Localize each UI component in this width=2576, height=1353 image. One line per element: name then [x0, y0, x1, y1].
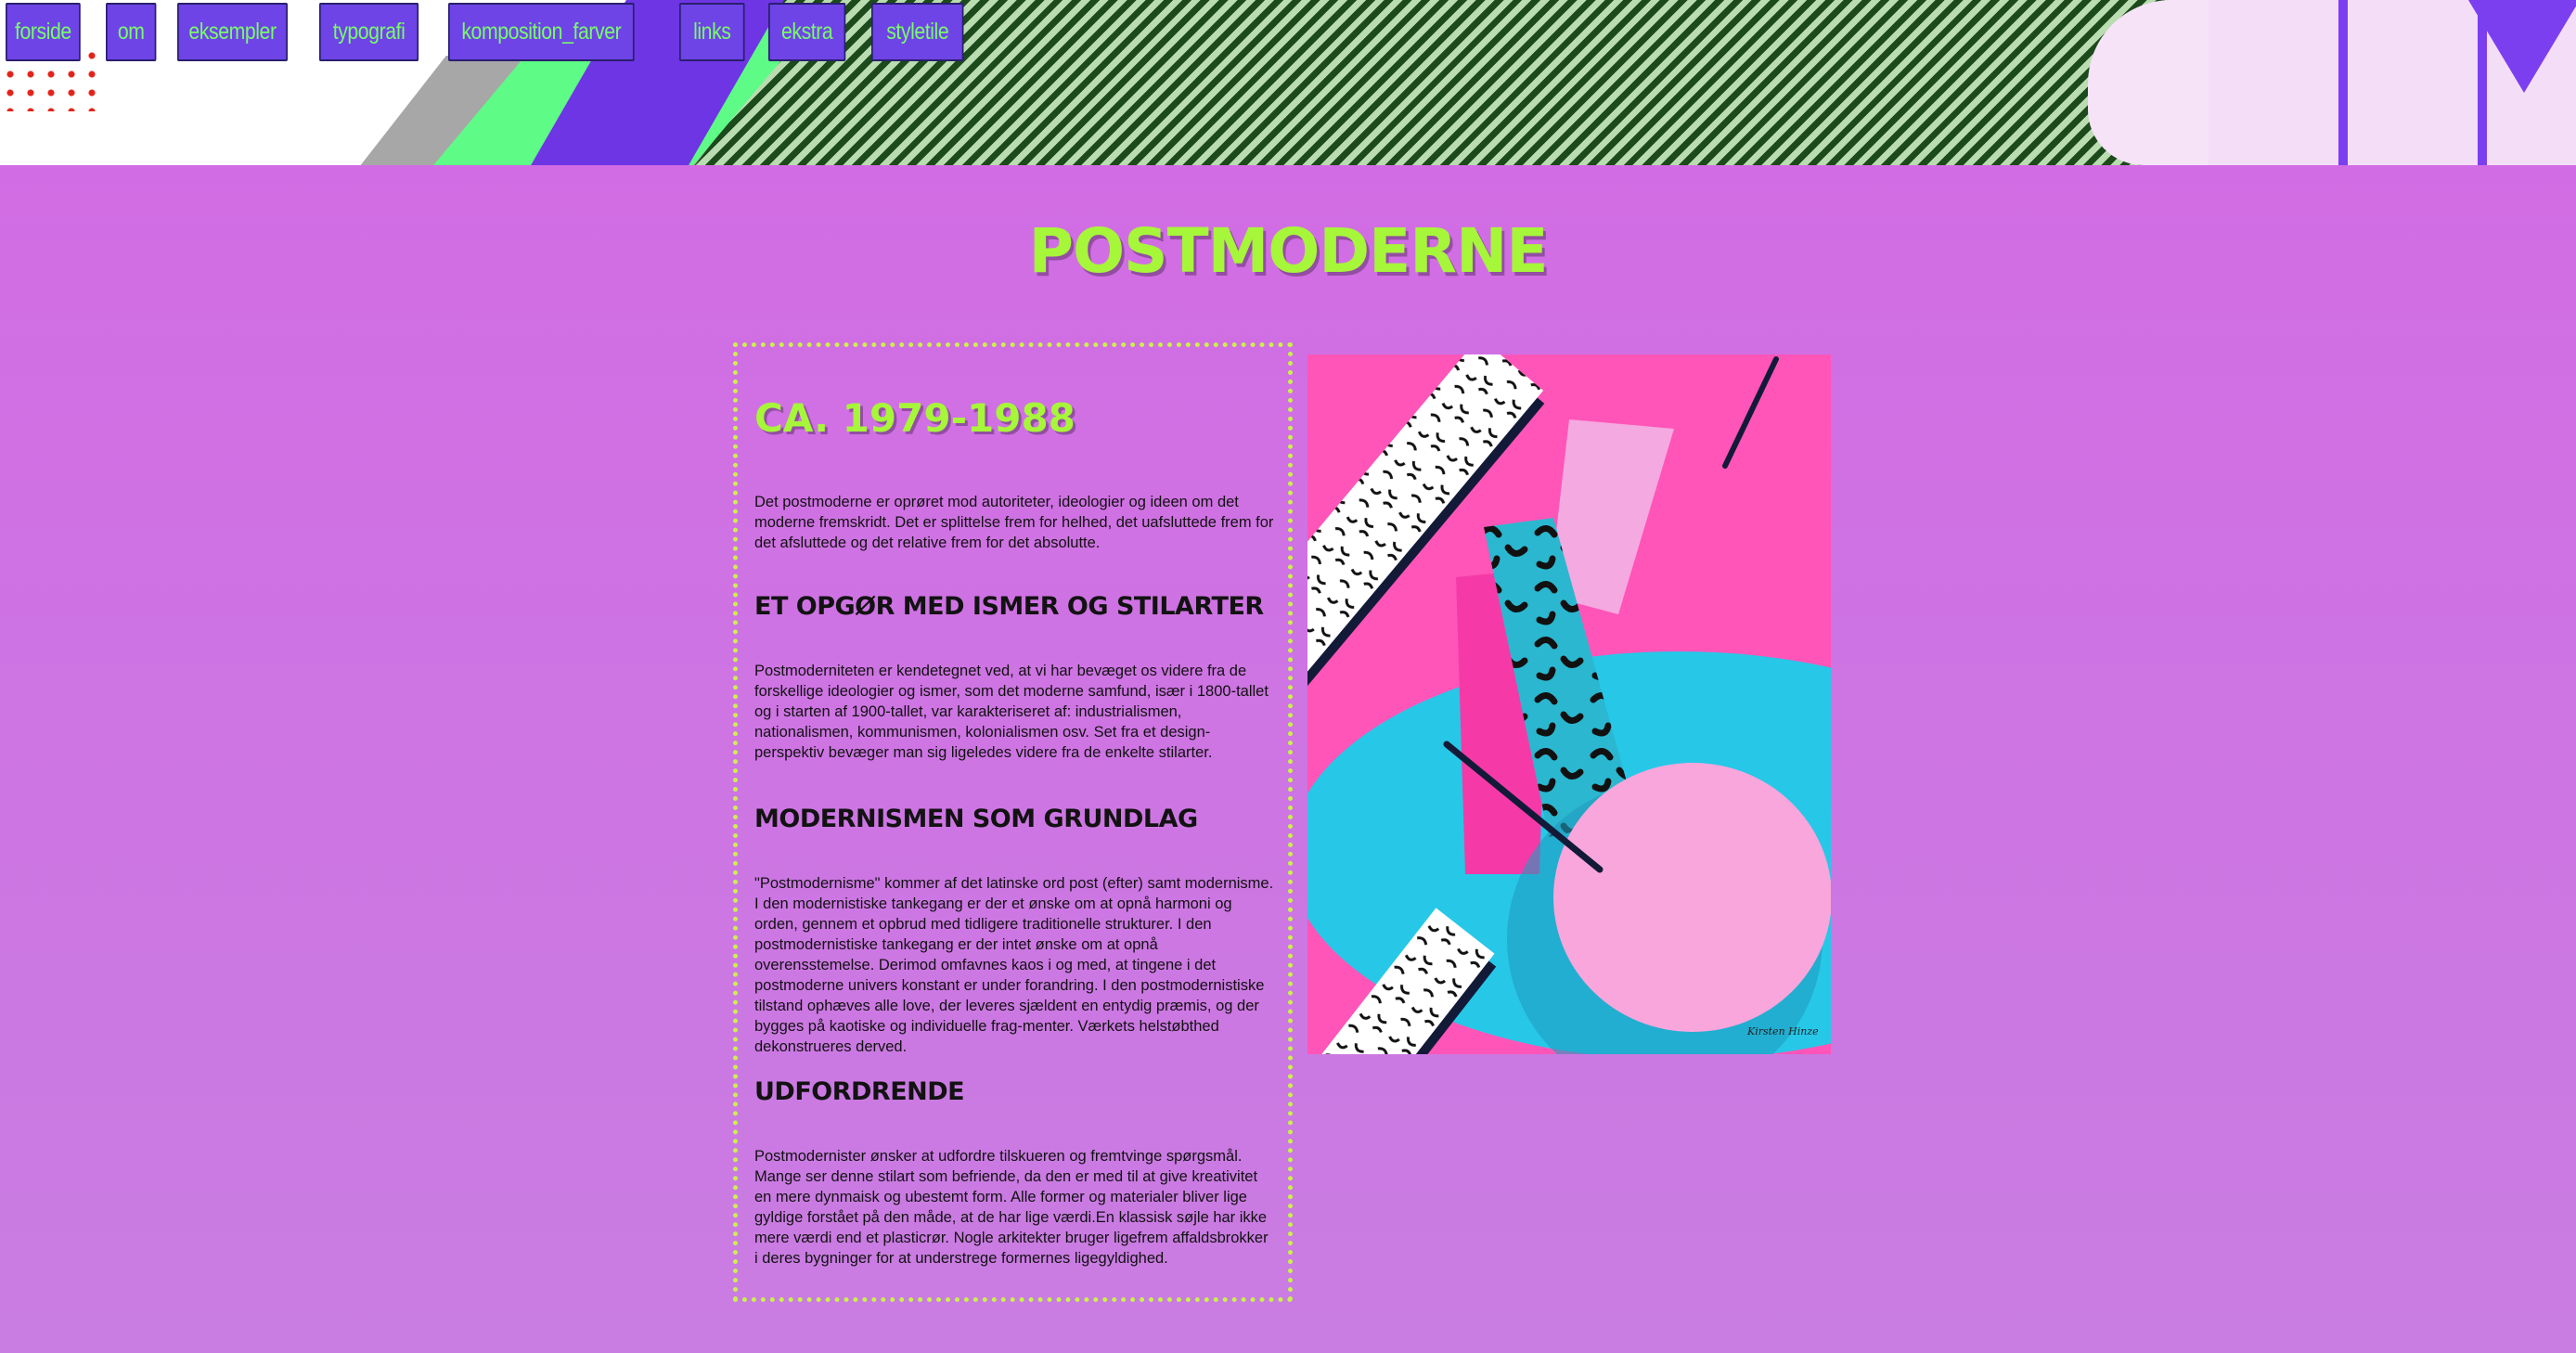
- nav-styletile[interactable]: styletile: [871, 3, 964, 61]
- nav-links[interactable]: links: [679, 3, 745, 61]
- memphis-artwork-svg: Kirsten Hinze: [1307, 354, 1831, 1054]
- page-title: POSTMODERNE: [1028, 215, 1549, 287]
- nav-eksempler[interactable]: eksempler: [177, 3, 288, 61]
- section-heading-2: MODERNISMEN SOM GRUNDLAG: [754, 805, 1198, 833]
- main-nav: forside om eksempler typografi kompositi…: [6, 3, 980, 61]
- section-text-2: "Postmodernisme" kommer af det latinske …: [754, 875, 1274, 1055]
- section-heading-3: UDFORDRENDE: [754, 1077, 965, 1106]
- art-signature: Kirsten Hinze: [1746, 1025, 1819, 1037]
- memphis-artwork: Kirsten Hinze: [1307, 354, 1831, 1054]
- intro-paragraph: Det postmoderne er oprøret mod autoritet…: [754, 494, 1274, 551]
- section-text-1: Postmoderniteten er kendetegnet ved, at …: [754, 663, 1269, 761]
- nav-typografi[interactable]: typografi: [319, 3, 419, 61]
- era-heading: CA. 1979-1988: [754, 395, 1075, 441]
- nav-komposition-farver[interactable]: komposition_farver: [448, 3, 635, 61]
- banner-triangle-shape: [2468, 0, 2576, 93]
- nav-ekstra[interactable]: ekstra: [768, 3, 846, 61]
- content-box: CA. 1979-1988 Det postmoderne er oprøret…: [733, 342, 1293, 1302]
- section-heading-1: ET OPGØR MED ISMER OG STILARTER: [754, 592, 1264, 621]
- nav-forside[interactable]: forside: [6, 3, 81, 61]
- nav-om[interactable]: om: [106, 3, 157, 61]
- art-pink-circle: [1553, 763, 1831, 1032]
- section-text-3: Postmodernister ønsker at udfordre tilsk…: [754, 1148, 1269, 1267]
